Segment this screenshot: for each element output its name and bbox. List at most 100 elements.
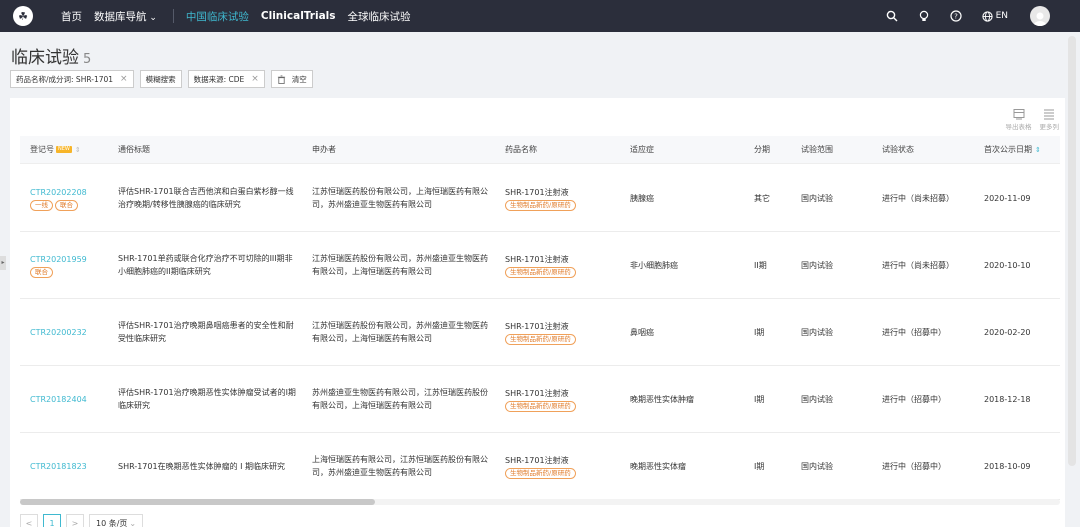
table-row[interactable]: CTR20182404 评估SHR-1701治疗晚期恶性实体肿瘤受试者的I期临床研… bbox=[20, 366, 1060, 433]
help-icon[interactable]: ? bbox=[949, 10, 962, 22]
cell-reg-no[interactable]: CTR20181823 bbox=[30, 433, 110, 499]
column-header-reg-no[interactable]: 登记号 NEW ⇕ bbox=[30, 136, 81, 164]
column-header-drug: 药品名称 bbox=[505, 145, 537, 154]
nav-home[interactable]: 首页 bbox=[61, 9, 82, 24]
next-page-button[interactable]: > bbox=[66, 514, 84, 527]
card-tools: 导出表格 更多列 bbox=[1006, 108, 1059, 131]
search-icon[interactable] bbox=[886, 10, 898, 22]
cell-title: SHR-1701单药或联合化疗治疗不可切除的III期非小细胞肺癌的II期临床研究 bbox=[118, 232, 296, 298]
status-text: 进行中（招募中） bbox=[882, 461, 946, 471]
vertical-scrollbar[interactable] bbox=[1068, 36, 1076, 466]
phase-text: I期 bbox=[754, 394, 765, 404]
cell-status: 进行中（招募中） bbox=[882, 366, 977, 432]
table-row[interactable]: CTR20202208 一线 联合 评估SHR-1701联合吉西他滨和白蛋白紫杉醇一线… bbox=[20, 165, 1060, 232]
cell-indication: 鼻咽癌 bbox=[630, 299, 740, 365]
column-header-date[interactable]: 首次公示日期 ⇕ bbox=[984, 136, 1041, 164]
nav-global-trials[interactable]: 全球临床试验 bbox=[348, 9, 411, 24]
drug-name: SHR-1701注射液 bbox=[505, 187, 569, 197]
scope-text: 国内试验 bbox=[801, 327, 833, 337]
cell-scope: 国内试验 bbox=[801, 433, 871, 499]
page-title: 临床试验 5 bbox=[11, 43, 91, 68]
cell-phase: I期 bbox=[754, 366, 794, 432]
user-avatar[interactable] bbox=[1030, 6, 1050, 26]
phase-text: 其它 bbox=[754, 193, 770, 203]
column-header-indication: 适应症 bbox=[630, 145, 654, 154]
fuzzy-search-button[interactable]: 模糊搜索 bbox=[139, 70, 182, 88]
reg-no-link[interactable]: CTR20202208 bbox=[30, 186, 110, 199]
title-text: 评估SHR-1701治疗晚期恶性实体肿瘤受试者的I期临床研究 bbox=[118, 388, 296, 410]
cell-status: 进行中（招募中） bbox=[882, 299, 977, 365]
drug-tags: 生物制品新药/原研药 bbox=[505, 333, 615, 345]
reg-no-link[interactable]: CTR20182404 bbox=[30, 393, 110, 406]
nav-china-trials[interactable]: 中国临床试验 bbox=[186, 9, 249, 24]
cell-reg-no[interactable]: CTR20202208 一线 联合 bbox=[30, 165, 110, 231]
cell-status: 进行中（尚未招募） bbox=[882, 165, 977, 231]
header-tools: ? EN bbox=[886, 0, 1080, 32]
filter-chip-source-label: 数据来源: CDE bbox=[193, 74, 245, 84]
reg-no-link[interactable]: CTR20201959 bbox=[30, 253, 110, 266]
cell-title: 评估SHR-1701治疗晚期鼻咽癌患者的安全性和耐受性临床研究 bbox=[118, 299, 296, 365]
trial-tag: 联合 bbox=[30, 266, 53, 278]
cell-sponsor: 江苏恒瑞医药股份有限公司，苏州盛迪亚生物医药有限公司，上海恒瑞医药有限公司 bbox=[312, 299, 490, 365]
close-icon[interactable]: × bbox=[120, 74, 128, 84]
cell-indication: 晚期恶性实体肿瘤 bbox=[630, 366, 740, 432]
language-switch[interactable]: EN bbox=[981, 10, 1008, 22]
scope-text: 国内试验 bbox=[801, 260, 833, 270]
table-row[interactable]: CTR20181823 SHR-1701在晚期恶性实体肿瘤的 I 期临床研究 上海恒… bbox=[20, 433, 1060, 500]
export-table-button[interactable]: 导出表格 bbox=[1006, 108, 1032, 131]
status-text: 进行中（招募中） bbox=[882, 394, 946, 404]
cell-sponsor: 上海恒瑞医药有限公司，江苏恒瑞医药股份有限公司，苏州盛迪亚生物医药有限公司 bbox=[312, 433, 490, 499]
indication-text: 鼻咽癌 bbox=[630, 327, 654, 337]
cell-reg-no[interactable]: CTR20182404 bbox=[30, 366, 110, 432]
cell-date: 2020-11-09 bbox=[984, 165, 1054, 231]
close-icon[interactable]: × bbox=[251, 74, 259, 84]
globe-icon bbox=[981, 10, 993, 22]
sidebar-toggle[interactable]: ▸ bbox=[0, 256, 6, 270]
indication-text: 非小细胞肺癌 bbox=[630, 260, 678, 270]
drug-name: SHR-1701注射液 bbox=[505, 254, 569, 264]
nav-database-menu[interactable]: 数据库导航 bbox=[94, 9, 157, 24]
reg-no-link[interactable]: CTR20200232 bbox=[30, 326, 110, 339]
more-columns-button[interactable]: 更多列 bbox=[1040, 108, 1059, 131]
bulb-icon[interactable] bbox=[918, 10, 930, 22]
drug-tags: 生物制品新药/原研药 bbox=[505, 266, 615, 278]
horizontal-scrollbar[interactable] bbox=[20, 499, 375, 505]
clear-filters-label: 清空 bbox=[291, 74, 307, 84]
nav-clinicaltrials[interactable]: ClinicalTrials bbox=[261, 10, 336, 22]
trial-tags: 联合 bbox=[30, 266, 110, 278]
page-size-select[interactable]: 10 条/页 bbox=[89, 514, 144, 527]
cell-drug: SHR-1701注射液 生物制品新药/原研药 bbox=[505, 366, 615, 432]
cell-reg-no[interactable]: CTR20201959 联合 bbox=[30, 232, 110, 298]
date-header-label: 首次公示日期 bbox=[984, 145, 1032, 154]
clear-filters-button[interactable]: 清空 bbox=[270, 70, 313, 88]
site-logo[interactable]: ☘ bbox=[13, 6, 33, 26]
cell-phase: 其它 bbox=[754, 165, 794, 231]
cell-title: 评估SHR-1701联合吉西他滨和白蛋白紫杉醇一线治疗晚期/转移性胰腺癌的临床研… bbox=[118, 165, 296, 231]
export-table-label: 导出表格 bbox=[1005, 123, 1032, 131]
title-text: SHR-1701单药或联合化疗治疗不可切除的III期非小细胞肺癌的II期临床研究 bbox=[118, 254, 293, 276]
cell-scope: 国内试验 bbox=[801, 366, 871, 432]
trash-icon bbox=[277, 74, 285, 84]
table-row[interactable]: CTR20200232 评估SHR-1701治疗晚期鼻咽癌患者的安全性和耐受性临床… bbox=[20, 299, 1060, 366]
status-text: 进行中（尚未招募） bbox=[882, 260, 954, 270]
cell-drug: SHR-1701注射液生物制品新药/原研药 bbox=[505, 232, 615, 298]
prev-page-button[interactable]: < bbox=[20, 514, 38, 527]
language-label: EN bbox=[995, 11, 1008, 21]
reg-no-header-label: 登记号 bbox=[30, 145, 54, 154]
result-count: 5 bbox=[83, 52, 92, 67]
table-row[interactable]: CTR20201959 联合 SHR-1701单药或联合化疗治疗不可切除的III期非… bbox=[20, 232, 1060, 299]
sort-icon[interactable]: ⇕ bbox=[1035, 146, 1041, 154]
sponsor-text: 江苏恒瑞医药股份有限公司，苏州盛迪亚生物医药有限公司，上海恒瑞医药有限公司 bbox=[312, 321, 488, 343]
pagination: < 1 > 10 条/页 bbox=[20, 514, 144, 527]
filter-chip-drug[interactable]: 药品名称/成分词: SHR-1701 × bbox=[10, 70, 134, 88]
filter-chip-source[interactable]: 数据来源: CDE × bbox=[187, 70, 265, 88]
reg-no-link[interactable]: CTR20181823 bbox=[30, 460, 110, 473]
page-1-button[interactable]: 1 bbox=[43, 514, 61, 527]
drug-tags: 生物制品新药/原研药 bbox=[505, 467, 615, 479]
cell-drug: SHR-1701注射液 生物制品新药/原研药 bbox=[505, 165, 615, 231]
drug-type-tag: 生物制品新药/原研药 bbox=[505, 333, 576, 345]
status-text: 进行中（招募中） bbox=[882, 327, 946, 337]
sort-icon[interactable]: ⇕ bbox=[75, 146, 81, 154]
main-nav: 首页 数据库导航 中国临床试验 ClinicalTrials 全球临床试验 bbox=[61, 0, 423, 32]
cell-reg-no[interactable]: CTR20200232 bbox=[30, 299, 110, 365]
